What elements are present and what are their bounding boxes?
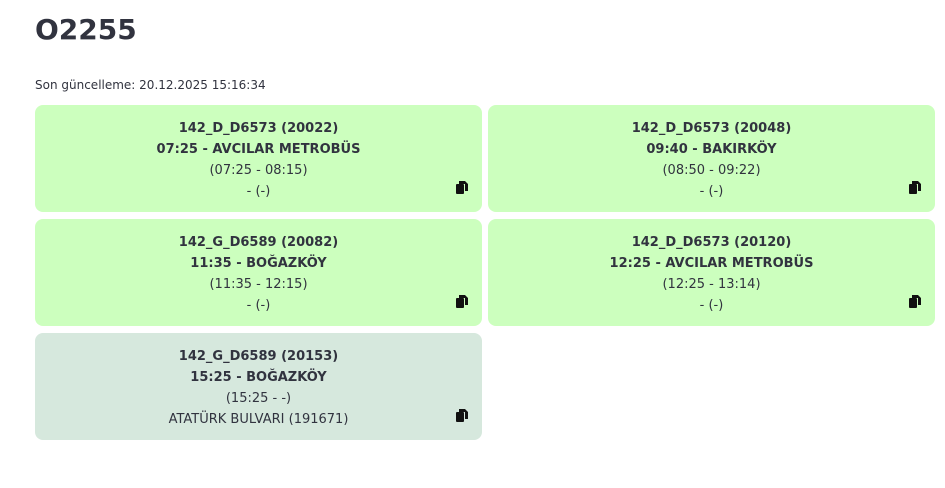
trip-departure: 15:25 - BOĞAZKÖY	[190, 370, 327, 385]
trip-card: 142_D_D6573 (20022) 07:25 - AVCILAR METR…	[35, 105, 482, 212]
trip-stop: - (-)	[699, 298, 724, 313]
trip-route: 142_G_D6589 (20082)	[178, 235, 339, 250]
copy-icon[interactable]	[456, 295, 468, 308]
trip-time-window: (11:35 - 12:15)	[209, 277, 308, 292]
trip-time-window: (12:25 - 13:14)	[662, 277, 761, 292]
trip-route: 142_G_D6589 (20153)	[178, 349, 339, 364]
copy-icon[interactable]	[909, 295, 921, 308]
copy-icon[interactable]	[456, 181, 468, 194]
trip-time-window: (08:50 - 09:22)	[662, 163, 761, 178]
trip-route: 142_D_D6573 (20022)	[178, 121, 339, 136]
trip-departure: 11:35 - BOĞAZKÖY	[190, 256, 327, 271]
trip-card: 142_G_D6589 (20153) 15:25 - BOĞAZKÖY (15…	[35, 333, 482, 440]
trip-card: 142_G_D6589 (20082) 11:35 - BOĞAZKÖY (11…	[35, 219, 482, 326]
trip-stop: ATATÜRK BULVARI (191671)	[168, 412, 349, 427]
trip-route: 142_D_D6573 (20120)	[631, 235, 792, 250]
trip-stop: - (-)	[246, 184, 271, 199]
trip-stop: - (-)	[699, 184, 724, 199]
copy-icon[interactable]	[909, 181, 921, 194]
trip-departure: 09:40 - BAKIRKÖY	[646, 142, 777, 157]
trip-card-grid: 142_D_D6573 (20022) 07:25 - AVCILAR METR…	[35, 105, 935, 440]
trip-departure: 07:25 - AVCILAR METROBÜS	[156, 142, 361, 157]
trip-card: 142_D_D6573 (20048) 09:40 - BAKIRKÖY (08…	[488, 105, 935, 212]
trip-time-window: (07:25 - 08:15)	[209, 163, 308, 178]
trip-departure: 12:25 - AVCILAR METROBÜS	[609, 256, 814, 271]
page-title: O2255	[35, 13, 137, 46]
last-updated-text: Son güncelleme: 20.12.2025 15:16:34	[35, 78, 266, 92]
trip-route: 142_D_D6573 (20048)	[631, 121, 792, 136]
trip-card: 142_D_D6573 (20120) 12:25 - AVCILAR METR…	[488, 219, 935, 326]
trip-time-window: (15:25 - -)	[225, 391, 292, 406]
trip-stop: - (-)	[246, 298, 271, 313]
copy-icon[interactable]	[456, 409, 468, 422]
